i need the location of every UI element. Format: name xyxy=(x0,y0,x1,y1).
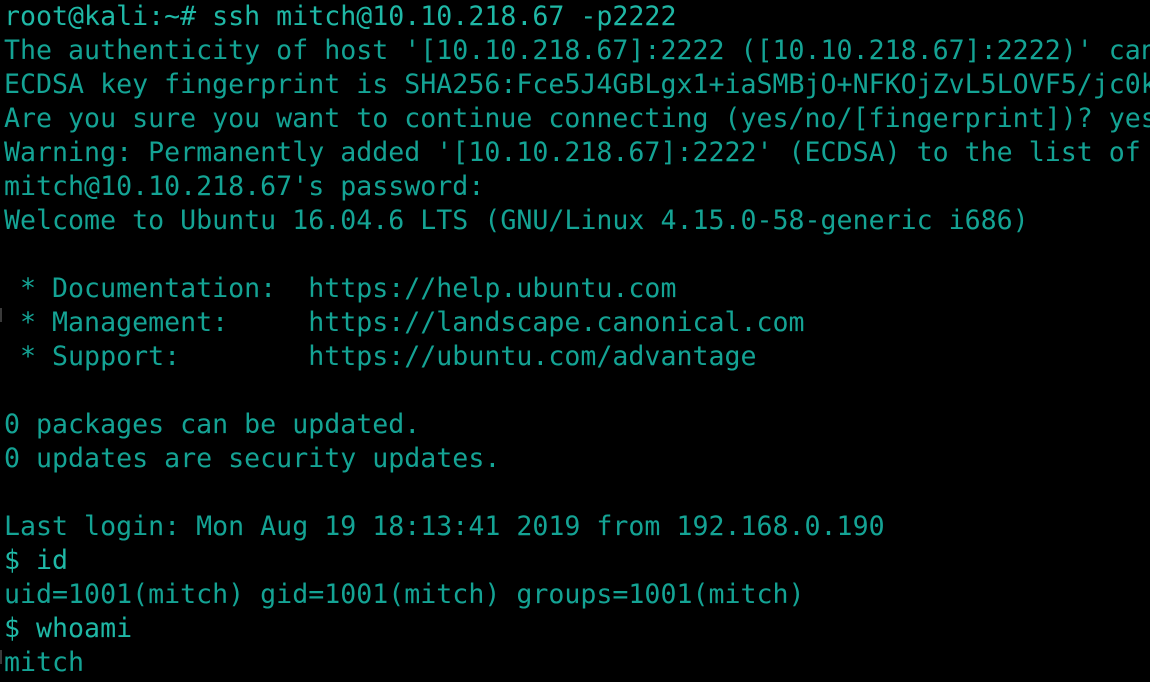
terminal-line-id-output: uid=1001(mitch) gid=1001(mitch) groups=1… xyxy=(4,579,805,610)
terminal-line-welcome: Welcome to Ubuntu 16.04.6 LTS (GNU/Linux… xyxy=(4,205,1029,236)
terminal-line-whoami-command: $ whoami xyxy=(4,613,133,644)
scroll-edge-marker xyxy=(0,308,2,322)
terminal-line-whoami-output: mitch xyxy=(4,647,85,678)
terminal-line-id-command: $ id xyxy=(4,545,69,576)
scroll-edge-marker xyxy=(0,650,2,664)
terminal-line-support: * Support: https://ubuntu.com/advantage xyxy=(4,341,757,372)
terminal-window[interactable]: root@kali:~# ssh mitch@10.10.218.67 -p22… xyxy=(0,0,1150,682)
terminal-line-ssh-command: root@kali:~# ssh mitch@10.10.218.67 -p22… xyxy=(4,1,677,32)
terminal-line-documentation: * Documentation: https://help.ubuntu.com xyxy=(4,273,677,304)
terminal-line-last-login: Last login: Mon Aug 19 18:13:41 2019 fro… xyxy=(4,511,885,542)
terminal-line-packages: 0 packages can be updated. xyxy=(4,409,421,440)
terminal-line-host-authenticity: The authenticity of host '[10.10.218.67]… xyxy=(4,35,1150,66)
terminal-line-security-updates: 0 updates are security updates. xyxy=(4,443,501,474)
terminal-line-password-prompt: mitch@10.10.218.67's password: xyxy=(4,171,485,202)
terminal-line-warning: Warning: Permanently added '[10.10.218.6… xyxy=(4,137,1141,168)
terminal-line-management: * Management: https://landscape.canonica… xyxy=(4,307,805,338)
terminal-line-continue-prompt: Are you sure you want to continue connec… xyxy=(4,103,1150,134)
terminal-line-key-fingerprint: ECDSA key fingerprint is SHA256:Fce5J4GB… xyxy=(4,69,1150,100)
